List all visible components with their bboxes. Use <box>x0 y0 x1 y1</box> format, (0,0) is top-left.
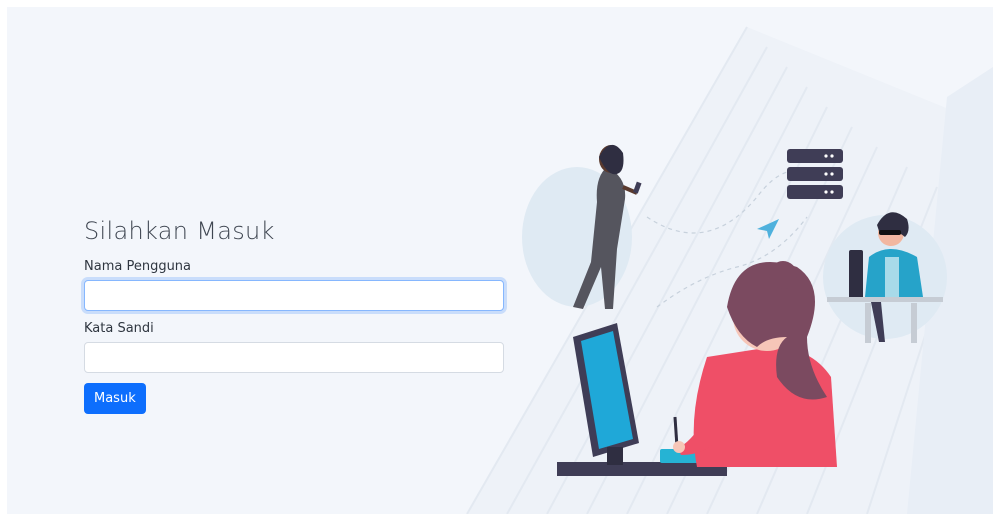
password-field-group: Kata Sandi <box>84 321 504 373</box>
page-title: Silahkan Masuk <box>84 217 275 245</box>
password-label: Kata Sandi <box>84 321 154 336</box>
username-label: Nama Pengguna <box>84 259 192 274</box>
login-button[interactable]: Masuk <box>84 383 146 414</box>
username-field-group: Nama Pengguna <box>84 259 504 311</box>
login-form: Silahkan Masuk Nama Pengguna Kata Sandi … <box>84 217 504 414</box>
username-input[interactable] <box>84 280 504 311</box>
login-page: Silahkan Masuk Nama Pengguna Kata Sandi … <box>7 7 993 514</box>
password-input[interactable] <box>84 342 504 373</box>
server-stack-icon <box>787 149 843 199</box>
